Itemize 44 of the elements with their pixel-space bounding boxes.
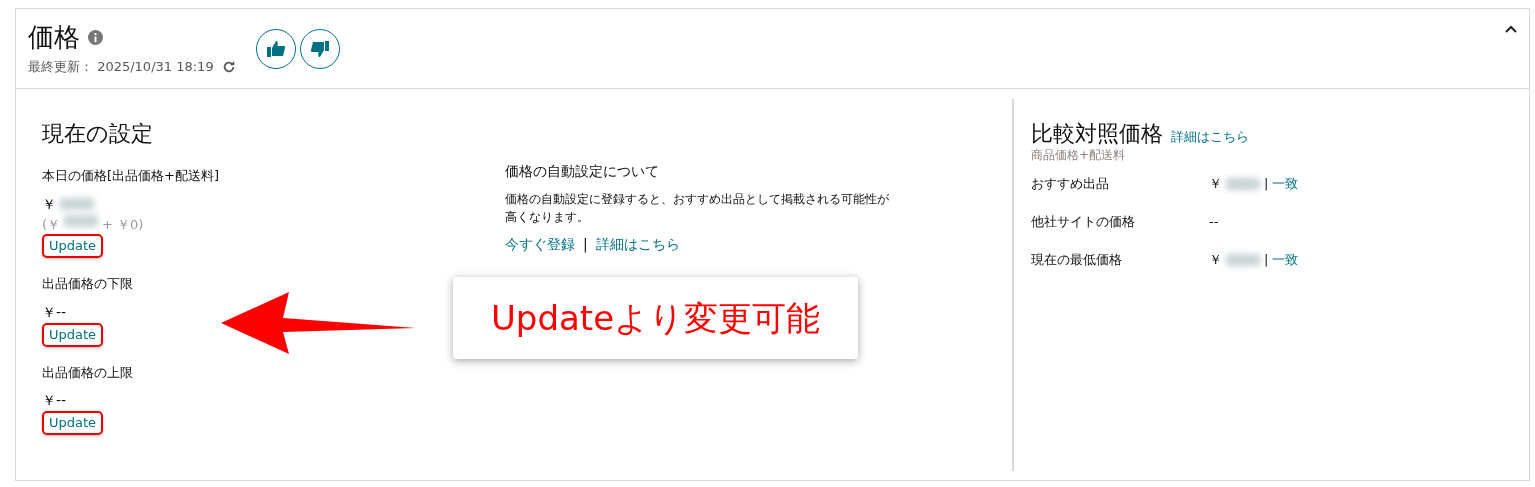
match-link[interactable]: 一致 [1272, 174, 1299, 194]
row-label: 他社サイトの価格 [1031, 213, 1136, 232]
price-breakdown: (￥ [42, 215, 61, 234]
subsection-heading: 価格の自動設定について [505, 162, 660, 181]
separator: | [1264, 175, 1269, 194]
redacted-value [1226, 254, 1260, 266]
details-link[interactable]: 詳細はこちら [1171, 127, 1249, 147]
redacted-value [1226, 178, 1260, 190]
separator: | [583, 235, 588, 255]
thumbs-down-button[interactable] [299, 29, 340, 69]
link[interactable]: 今すぐ登録 [505, 234, 575, 255]
match-link[interactable]: 一致 [1272, 250, 1299, 270]
callout-text: Updateより変更可能 [453, 277, 858, 359]
price-breakdown: + ￥0) [102, 215, 144, 234]
update-button[interactable]: Update [42, 234, 104, 258]
section-heading: 比較対照価格 [1031, 120, 1163, 148]
collapse-icon[interactable] [1505, 25, 1517, 33]
update-button[interactable]: Update [42, 411, 104, 435]
last-updated-text: 最終更新： 2025/10/31 18:19 [28, 58, 214, 76]
row-label: 現在の最低価格 [1031, 251, 1123, 270]
price-value: ￥-- [42, 391, 67, 410]
link[interactable]: 詳細はこちら [595, 234, 680, 255]
row-label: おすすめ出品 [1031, 175, 1110, 194]
price-value: ￥ [42, 194, 56, 214]
price-value: ￥-- [42, 302, 67, 322]
field-label: 出品価格の上限 [42, 363, 134, 382]
thumbs-up-icon [265, 40, 286, 58]
subtitle-text: 商品価格+配送料 [1031, 147, 1127, 164]
description-text: 価格の自動設定に登録すると、おすすめ出品として掲載される可能性が高くなります。 [505, 191, 890, 226]
section-heading: 現在の設定 [42, 120, 154, 148]
field-label: 本日の価格[出品価格+配送料] [42, 167, 221, 185]
info-icon[interactable] [88, 29, 103, 45]
update-button[interactable]: Update [42, 322, 104, 347]
section-title: 価格 [28, 21, 80, 53]
refresh-icon[interactable] [221, 59, 236, 74]
price-value: -- [1209, 213, 1219, 232]
price-value: ￥ [1209, 175, 1222, 194]
redacted-value [60, 198, 94, 210]
thumbs-down-icon [309, 40, 330, 58]
redacted-value [64, 214, 99, 227]
separator: | [1264, 251, 1269, 270]
price-value: ￥ [1209, 251, 1222, 270]
field-label: 出品価格の下限 [42, 275, 134, 293]
thumbs-up-button[interactable] [255, 29, 296, 69]
